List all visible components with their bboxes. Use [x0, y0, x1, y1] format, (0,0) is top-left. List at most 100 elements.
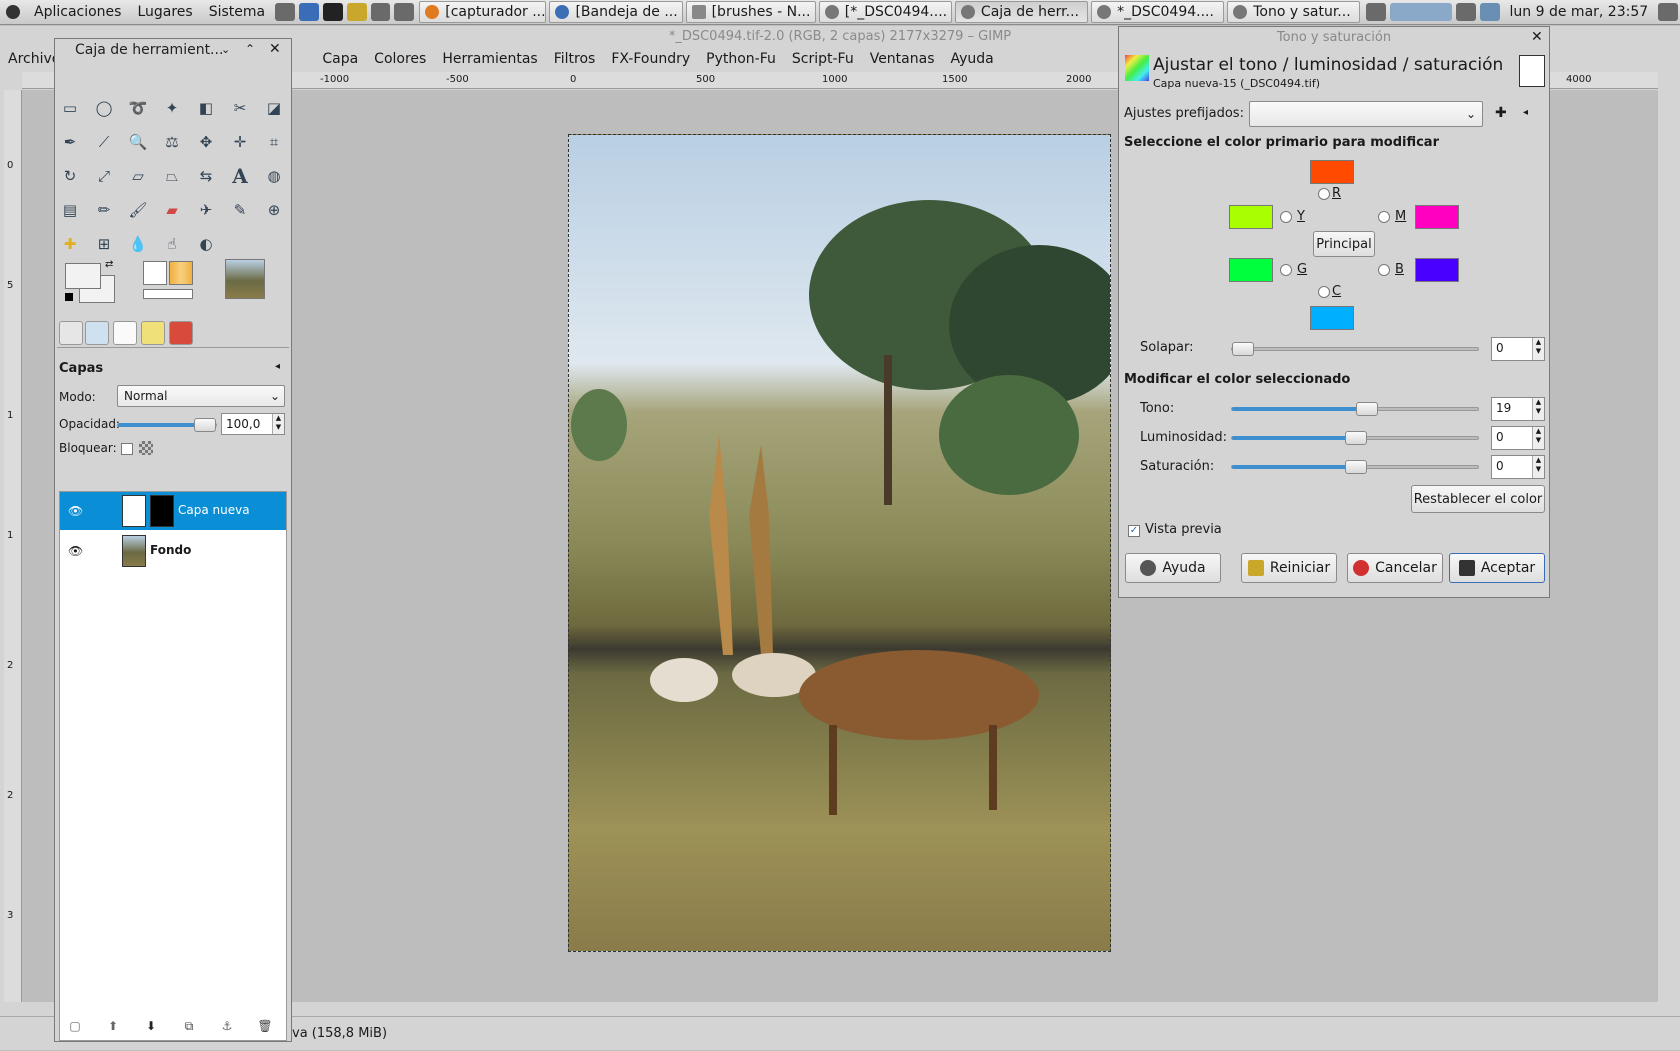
menu-filtros[interactable]: Filtros — [546, 51, 604, 67]
device-status-tab-icon[interactable] — [85, 321, 109, 345]
smudge-icon[interactable]: ☝ — [159, 231, 185, 257]
blur-icon[interactable]: 💧 — [125, 231, 151, 257]
saturation-spinbox[interactable]: 0 ▲ ▼ — [1491, 455, 1545, 479]
zoom-icon[interactable]: 🔍 — [125, 129, 151, 155]
yellow-swatch[interactable] — [1229, 205, 1273, 229]
anchor-layer-icon[interactable]: ⚓ — [217, 1019, 237, 1037]
spin-arrows-icon[interactable]: ▲ ▼ — [1532, 456, 1544, 478]
dialog-close-icon[interactable]: ✕ — [1531, 29, 1543, 45]
measure-icon[interactable]: ⚖ — [159, 129, 185, 155]
reset-button[interactable]: Reiniciar — [1241, 553, 1337, 583]
eraser-icon[interactable]: ▰ — [159, 197, 185, 223]
saturation-slider[interactable] — [1231, 460, 1479, 474]
vertical-ruler[interactable]: 0 5 1 1 2 2 3 — [4, 90, 22, 1002]
blue-swatch[interactable] — [1415, 258, 1459, 282]
crop-icon[interactable]: ⌗ — [261, 129, 287, 155]
spin-arrows-icon[interactable]: ▲ ▼ — [272, 414, 284, 434]
magenta-swatch[interactable] — [1415, 205, 1459, 229]
help-button[interactable]: Ayuda — [1125, 553, 1221, 583]
raise-layer-icon[interactable]: ⬆ — [103, 1019, 123, 1037]
panel-menu-places[interactable]: Lugares — [129, 4, 200, 20]
menu-herramientas[interactable]: Herramientas — [434, 51, 545, 67]
paths-icon[interactable]: ✒ — [57, 129, 83, 155]
move-icon[interactable]: ✥ — [193, 129, 219, 155]
spin-arrows-icon[interactable]: ▲ ▼ — [1532, 338, 1544, 360]
menu-capa[interactable]: Capa — [314, 51, 366, 67]
align-icon[interactable]: ✛ — [227, 129, 253, 155]
duplicate-layer-icon[interactable]: ⧉ — [179, 1019, 199, 1037]
saturation-slider-thumb[interactable] — [1345, 460, 1367, 474]
radio-blue[interactable] — [1378, 264, 1390, 276]
task-capturador[interactable]: [capturador ... — [419, 1, 547, 23]
eye-icon[interactable]: 👁 — [68, 504, 83, 518]
undo-tab-icon[interactable] — [141, 321, 165, 345]
fuzzy-select-icon[interactable]: ✦ — [159, 95, 185, 121]
perspective-icon[interactable]: ⏢ — [159, 163, 185, 189]
bucket-fill-icon[interactable]: ◍ — [261, 163, 287, 189]
pattern-preview[interactable] — [169, 261, 193, 285]
terminal-launcher-icon[interactable] — [322, 3, 343, 21]
pencil-icon[interactable]: ✏ — [91, 197, 117, 223]
flip-icon[interactable]: ⇆ — [193, 163, 219, 189]
task-dsc0494-b[interactable]: *_DSC0494.... — [1091, 1, 1225, 23]
paintbrush-icon[interactable]: 🖌 — [125, 197, 151, 223]
menu-fx-foundry[interactable]: FX-Foundry — [603, 51, 698, 67]
toolbox-menu-icon[interactable]: ⌄ — [221, 43, 230, 56]
scissors-icon[interactable]: ✂ — [227, 95, 253, 121]
spin-arrows-icon[interactable]: ▲ ▼ — [1532, 427, 1544, 449]
image-photo[interactable] — [568, 134, 1111, 952]
menu-ventanas[interactable]: Ventanas — [862, 51, 943, 67]
foreground-select-icon[interactable]: ◪ — [261, 95, 287, 121]
new-layer-icon[interactable]: ▢ — [65, 1019, 85, 1037]
ink-icon[interactable]: ✎ — [227, 197, 253, 223]
task-tono-saturacion[interactable]: Tono y satur... — [1227, 1, 1361, 23]
red-swatch[interactable] — [1310, 160, 1354, 184]
clone-icon[interactable]: ⊕ — [261, 197, 287, 223]
eye-icon[interactable]: 👁 — [68, 544, 83, 558]
task-brushes[interactable]: [brushes - N... — [685, 1, 816, 23]
task-dsc0494-a[interactable]: [*_DSC0494.... — [818, 1, 952, 23]
color-select-icon[interactable]: ◧ — [193, 95, 219, 121]
panel-clock[interactable]: lun 9 de mar, 23:57 — [1502, 4, 1657, 20]
radio-yellow[interactable] — [1280, 211, 1292, 223]
channels-tab-icon[interactable] — [169, 321, 193, 345]
opacity-slider-thumb[interactable] — [194, 418, 216, 432]
rect-select-icon[interactable]: ▭ — [57, 95, 83, 121]
lightness-slider[interactable] — [1231, 431, 1479, 445]
color-picker-icon[interactable]: ⟋ — [91, 129, 117, 155]
gradient-preview[interactable] — [143, 289, 193, 299]
tool-options-tab-icon[interactable] — [59, 321, 83, 345]
task-caja-herramientas[interactable]: Caja de herr... — [954, 1, 1089, 23]
notes-launcher-icon[interactable] — [346, 3, 367, 21]
perspective-clone-icon[interactable]: ⊞ — [91, 231, 117, 257]
task-bandeja[interactable]: [Bandeja de ... — [549, 1, 683, 23]
toolbox-close-icon[interactable]: ✕ — [269, 41, 281, 57]
network-icon[interactable] — [1455, 3, 1476, 21]
rotate-icon[interactable]: ↻ — [57, 163, 83, 189]
reset-color-button[interactable]: Restablecer el color — [1411, 485, 1545, 513]
browser-launcher-icon[interactable] — [298, 3, 319, 21]
master-button[interactable]: Principal — [1313, 231, 1375, 257]
swap-colors-icon[interactable]: ⇄ — [105, 259, 113, 270]
shear-icon[interactable]: ▱ — [125, 163, 151, 189]
radio-green[interactable] — [1280, 264, 1292, 276]
panel-menu-applications[interactable]: Aplicaciones — [26, 4, 129, 20]
gnome-foot-icon[interactable] — [6, 5, 20, 19]
lightness-spinbox[interactable]: 0 ▲ ▼ — [1491, 426, 1545, 450]
preview-checkbox[interactable]: ✓ — [1128, 525, 1140, 537]
foreground-color-swatch[interactable] — [65, 263, 101, 289]
text-icon[interactable]: A — [227, 163, 253, 189]
radio-magenta[interactable] — [1378, 211, 1390, 223]
hue-spinbox[interactable]: 19 ▲ ▼ — [1491, 397, 1545, 421]
power-icon[interactable] — [1658, 3, 1679, 21]
radio-red[interactable] — [1318, 188, 1330, 200]
green-swatch[interactable] — [1229, 258, 1273, 282]
menu-script-fu[interactable]: Script-Fu — [784, 51, 862, 67]
overlap-spinbox[interactable]: 0 ▲ ▼ — [1491, 337, 1545, 361]
dodge-burn-icon[interactable]: ◐ — [193, 231, 219, 257]
lower-layer-icon[interactable]: ⬇ — [141, 1019, 161, 1037]
hue-slider[interactable] — [1231, 402, 1479, 416]
ellipse-select-icon[interactable]: ◯ — [91, 95, 117, 121]
airbrush-icon[interactable]: ✈ — [193, 197, 219, 223]
menu-ayuda[interactable]: Ayuda — [943, 51, 1002, 67]
